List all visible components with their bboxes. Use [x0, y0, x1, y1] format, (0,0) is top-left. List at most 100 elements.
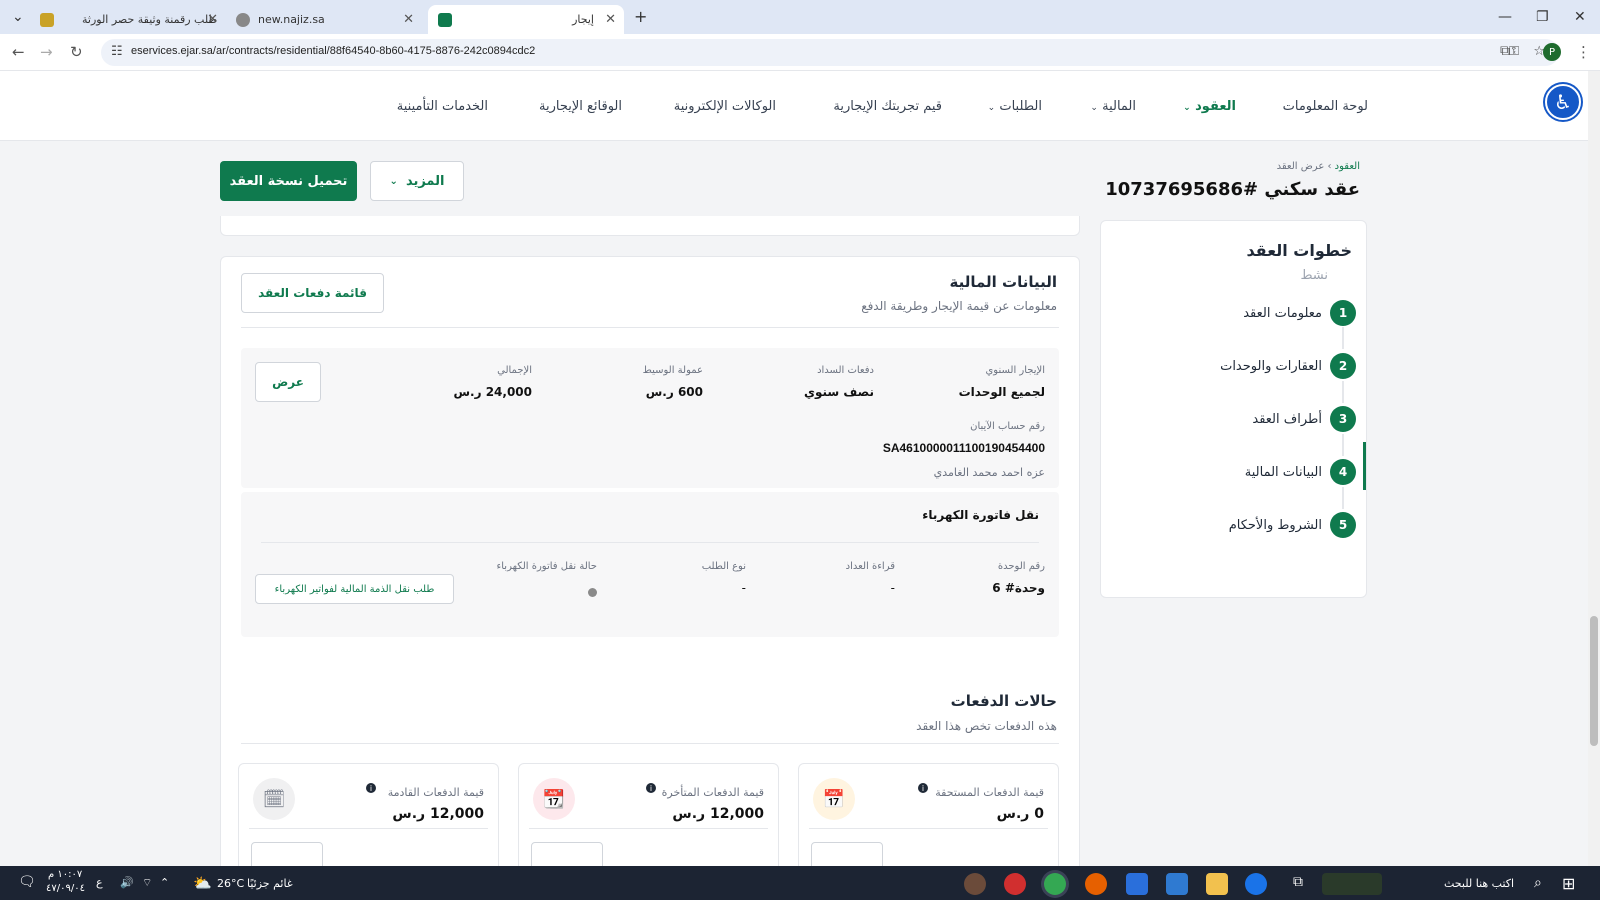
close-icon[interactable]: ✕	[207, 12, 218, 27]
new-tab-icon[interactable]: +	[634, 7, 647, 26]
minimize-icon[interactable]: —	[1498, 9, 1512, 25]
search-icon[interactable]: ⌕	[1534, 875, 1542, 891]
iban-label: رقم حساب الآيبان	[970, 421, 1045, 432]
wifi-icon[interactable]: ⌔	[142, 876, 152, 890]
step-number: 4	[1330, 459, 1356, 485]
step-financial-data[interactable]: 4 البيانات المالية	[1245, 458, 1356, 486]
firefox-icon[interactable]	[1085, 873, 1107, 895]
calendar-clock-icon: 📆	[533, 778, 575, 820]
tab-title: إيجار	[572, 13, 594, 26]
weather-temp: 26°C	[217, 877, 245, 890]
browser-tab-1[interactable]: طلب رقمنة وثيقة حصر الورثة ✕	[30, 5, 226, 34]
address-bar: ← → ↻ ☷ eservices.ejar.sa/ar/contracts/r…	[0, 34, 1600, 71]
nav-finance[interactable]: المالية ⌄	[1090, 99, 1136, 114]
breadcrumb-contracts[interactable]: العقود	[1335, 161, 1360, 172]
step-properties-units[interactable]: 2 العقارات والوحدات	[1220, 352, 1356, 380]
status-dot-icon	[588, 588, 597, 597]
nav-contracts[interactable]: العقود ⌄	[1183, 99, 1236, 114]
broker-fee-value: 600 ر.س	[645, 385, 703, 399]
rent-details-box: الإيجار السنوي لجميع الوحدات دفعات السدا…	[241, 348, 1059, 488]
password-key-icon[interactable]: ⚿	[1509, 44, 1519, 59]
info-icon[interactable]: i	[646, 783, 656, 793]
extensions-icon[interactable]: ⧉	[1500, 43, 1510, 59]
payments-list-button[interactable]: قائمة دفعات العقد	[241, 273, 384, 313]
opera-icon[interactable]	[1004, 873, 1026, 895]
nav-insurance-services[interactable]: الخدمات التأمينية	[397, 99, 488, 114]
broker-fee-label: عمولة الوسيط	[642, 365, 703, 376]
store-icon[interactable]	[1126, 873, 1148, 895]
site-info-icon[interactable]: ☷	[111, 44, 123, 59]
close-icon[interactable]: ✕	[605, 12, 616, 27]
forward-icon[interactable]: →	[40, 43, 53, 61]
chevron-down-icon: ⌄	[389, 175, 398, 187]
view-button[interactable]: عرض	[255, 362, 321, 402]
volume-icon[interactable]: 🔊	[120, 876, 134, 889]
iban-value: SA4610000011100190454400	[882, 441, 1045, 455]
mail-icon[interactable]	[1166, 873, 1188, 895]
iban-holder-name: عزه احمد محمد الغامدي	[933, 466, 1045, 479]
window-close-icon[interactable]: ✕	[1574, 9, 1586, 25]
nav-dashboard[interactable]: لوحة المعلومات	[1283, 99, 1368, 114]
task-view-icon[interactable]: ⧉	[1293, 874, 1303, 890]
more-dropdown-button[interactable]: المزيد ⌄	[370, 161, 464, 201]
step-contract-info[interactable]: 1 معلومات العقد	[1243, 299, 1356, 327]
tab-search-icon[interactable]: ⌄	[12, 9, 24, 25]
close-icon[interactable]: ✕	[403, 12, 414, 27]
electricity-title: نقل فاتورة الكهرباء	[922, 508, 1039, 522]
browser-tab-2[interactable]: new.najiz.sa ✕	[226, 5, 422, 34]
clock-date[interactable]: ٤٧/٠٩/٠٤	[46, 883, 85, 894]
contract-steps-panel: خطوات العقد نشط 1 معلومات العقد 2 العقارات…	[1100, 220, 1367, 598]
file-explorer-icon[interactable]	[1206, 873, 1228, 895]
download-contract-button[interactable]: تحميل نسخة العقد	[220, 161, 357, 201]
annual-rent-label: الإيجار السنوي	[985, 365, 1045, 376]
chrome-icon[interactable]	[1044, 873, 1066, 895]
contract-status: نشط	[1300, 268, 1328, 283]
financial-title: البيانات المالية	[949, 273, 1057, 291]
nav-rental-incidents[interactable]: الوقائع الإيجارية	[539, 99, 622, 114]
back-icon[interactable]: ←	[12, 43, 25, 61]
card-action-button[interactable]	[251, 842, 323, 866]
card-action-button[interactable]	[531, 842, 603, 866]
accessibility-icon[interactable]: ♿	[1545, 84, 1581, 120]
step-contract-parties[interactable]: 3 أطراف العقد	[1252, 405, 1356, 433]
financial-subtitle: معلومات عن قيمة الإيجار وطريقة الدفع	[861, 299, 1057, 313]
nav-requests[interactable]: الطلبات ⌄	[988, 99, 1042, 114]
page-scrollbar[interactable]	[1588, 71, 1600, 866]
input-language[interactable]: ع	[96, 876, 103, 889]
restore-icon[interactable]: ❐	[1536, 9, 1549, 25]
url-field[interactable]: ☷ eservices.ejar.sa/ar/contracts/residen…	[101, 39, 1559, 66]
step-connector	[1342, 434, 1344, 456]
nav-rate-experience[interactable]: قيم تجربتك الإيجارية	[833, 99, 942, 114]
financial-data-card: البيانات المالية معلومات عن قيمة الإيجار…	[220, 256, 1080, 866]
unit-number-label: رقم الوحدة	[997, 561, 1045, 572]
step-connector	[1342, 327, 1344, 349]
reload-icon[interactable]: ↻	[70, 43, 83, 61]
step-connector	[1342, 381, 1344, 403]
info-icon[interactable]: i	[918, 783, 928, 793]
scrollbar-thumb[interactable]	[1590, 616, 1598, 746]
nav-e-agencies[interactable]: الوكالات الإلكترونية	[674, 99, 776, 114]
globe-icon	[236, 12, 250, 27]
browser-menu-icon[interactable]: ⋮	[1576, 43, 1591, 61]
edge-icon[interactable]	[1245, 873, 1267, 895]
electricity-transfer-button[interactable]: طلب نقل الذمة المالية لفواتير الكهرباء	[255, 574, 454, 604]
breadcrumb: العقود › عرض العقد	[1277, 161, 1360, 172]
browser-tab-bar: ⌄ طلب رقمنة وثيقة حصر الورثة ✕ new.najiz…	[0, 0, 1600, 34]
windows-start-icon[interactable]: ⊞	[1562, 874, 1575, 893]
card-action-button[interactable]	[811, 842, 883, 866]
profile-avatar[interactable]: P	[1543, 43, 1561, 61]
weather-cloud-sun-icon[interactable]: ⛅	[193, 874, 212, 892]
notifications-icon[interactable]: 🗨	[18, 874, 36, 890]
chevron-up-icon[interactable]: ⌃	[160, 876, 169, 889]
app-icon[interactable]	[964, 873, 986, 895]
step-terms-conditions[interactable]: 5 الشروط والأحكام	[1229, 511, 1356, 539]
info-icon[interactable]: i	[366, 783, 376, 793]
clock-time[interactable]: ١٠:٠٧ م	[48, 869, 82, 880]
step-number: 5	[1330, 512, 1356, 538]
browser-tab-active[interactable]: إيجار ✕	[428, 5, 624, 34]
taskbar-search-field[interactable]: اكتب هنا للبحث	[1444, 877, 1514, 890]
more-label: المزيد	[405, 173, 445, 189]
meter-reading-label: قراءة العداد	[845, 561, 895, 572]
payment-status-subtitle: هذه الدفعات تخص هذا العقد	[916, 719, 1057, 733]
upcoming-payments-card: قيمة الدفعات القادمة i 12,000 ر.س 🗓	[238, 763, 499, 866]
